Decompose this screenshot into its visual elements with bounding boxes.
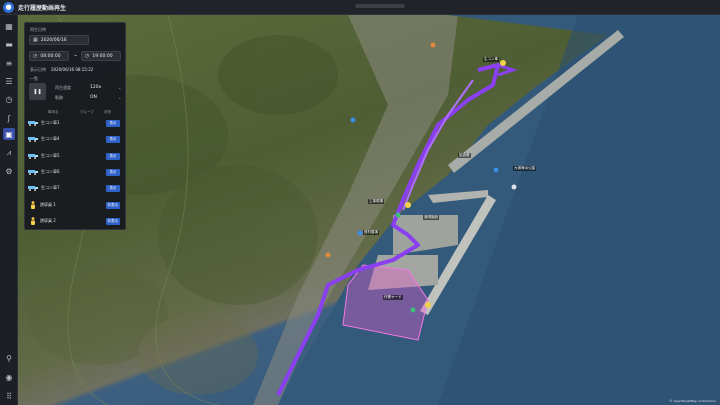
visibility-button[interactable]: 表示 (106, 168, 120, 176)
chart-icon[interactable]: ⩘ (3, 147, 15, 159)
guide-row[interactable]: 誘導員 1 非表示 (28, 200, 120, 210)
display-datetime-label: 表示日時 (30, 67, 46, 72)
date-value: 2020/06/16 (40, 37, 67, 43)
end-time-value: 19:00:00 (92, 53, 113, 59)
history-icon[interactable]: ◷ (3, 93, 15, 105)
mixer-truck-icon (28, 186, 38, 191)
guide-name: 誘導員 1 (40, 202, 56, 207)
vehicle-name: 生コン車7 (41, 185, 60, 190)
settings-icon[interactable]: ⚙ (3, 165, 15, 177)
map-credit: © OpenStreetMap contributors (669, 399, 716, 403)
truck-icon[interactable]: ▬ (3, 38, 15, 50)
range-separator: ~ (74, 53, 78, 58)
mixer-truck-icon (28, 137, 38, 142)
playback-icon[interactable]: ▣ (3, 128, 15, 140)
date-field[interactable]: ▦ 2020/06/16 (29, 35, 89, 45)
trail-label: 軌跡 (55, 95, 63, 100)
guide-person-icon (31, 217, 35, 225)
pause-button[interactable]: ❚❚ (29, 83, 46, 100)
map-label: 大浦海浜公園 (513, 166, 536, 171)
visibility-button[interactable]: 表示 (106, 135, 120, 143)
map-label: 資材置場 (363, 230, 379, 235)
map-label: 防波堤 (458, 153, 471, 158)
column-vehicle: 車両名 (48, 110, 59, 114)
vehicle-name: 生コン車1 (41, 120, 60, 125)
top-bar: ● 走行履歴動画再生 (0, 0, 720, 15)
vehicle-row[interactable]: 生コン車5 表示 (28, 151, 120, 161)
ranking-icon[interactable]: ≡ (3, 57, 15, 69)
location-pin-icon[interactable]: ⚲ (3, 352, 15, 364)
visibility-button[interactable]: 表示 (106, 152, 120, 160)
display-datetime-value: 2020/06/16 08:15:22 (51, 67, 94, 72)
visibility-button[interactable]: 表示 (106, 119, 120, 127)
visibility-button[interactable]: 非表示 (105, 217, 120, 225)
mixer-truck-icon (28, 170, 38, 175)
map-icon[interactable]: ▦ (3, 20, 15, 32)
map-label: 作業ヤード (383, 295, 403, 300)
globe-icon[interactable]: ◉ (3, 371, 15, 383)
route-icon[interactable]: ʃ (3, 112, 15, 124)
list-section-label: 一覧 (30, 76, 38, 81)
map-label: 工事現場 (368, 199, 384, 204)
end-time-field[interactable]: ◷ 19:00:00 (81, 51, 121, 61)
list-icon[interactable]: ☰ (3, 75, 15, 87)
mixer-truck-icon (28, 154, 38, 159)
pause-icon: ❚❚ (33, 88, 42, 95)
calendar-icon: ▦ (33, 37, 38, 43)
start-time-value: 08:00:00 (40, 53, 61, 59)
speed-select[interactable]: 120x (90, 85, 101, 90)
guide-row[interactable]: 誘導員 2 非表示 (28, 216, 120, 226)
vehicle-row[interactable]: 生コン車7 表示 (28, 183, 120, 193)
map-label: 港湾施設 (423, 215, 439, 220)
guide-name: 誘導員 2 (40, 218, 56, 223)
start-time-field[interactable]: ◷ 08:00:00 (29, 51, 69, 61)
vehicle-name: 生コン車6 (41, 169, 60, 174)
clock-icon: ◷ (33, 53, 38, 59)
date-section-label: 再生日時 (30, 27, 46, 32)
map-label: 生コン車 (483, 57, 499, 62)
vehicle-icon: ● (3, 1, 14, 13)
visibility-button[interactable]: 非表示 (105, 201, 120, 209)
chevron-down-icon[interactable]: ⌄ (118, 95, 121, 100)
column-group: グループ (80, 110, 94, 114)
top-handle[interactable] (355, 4, 405, 8)
speed-label: 再生速度 (55, 85, 71, 90)
guide-person-icon (31, 201, 35, 209)
vehicle-row[interactable]: 生コン車6 表示 (28, 167, 120, 177)
trail-select[interactable]: ON (90, 95, 97, 100)
vehicle-row[interactable]: 生コン車1 表示 (28, 118, 120, 128)
vehicle-name: 生コン車4 (41, 136, 60, 141)
grid-icon[interactable]: ⠿ (3, 390, 15, 402)
vehicle-name: 生コン車5 (41, 153, 60, 158)
chevron-down-icon[interactable]: ⌄ (118, 85, 121, 90)
mixer-truck-icon (28, 121, 38, 126)
app-title: 走行履歴動画再生 (18, 4, 67, 12)
clock-icon: ◷ (85, 53, 90, 59)
visibility-button[interactable]: 表示 (106, 184, 120, 192)
column-status: 状態 (104, 110, 111, 114)
left-nav-rail: ▦ ▬ ≡ ☰ ◷ ʃ ▣ ⩘ ⚙ ⚲ ◉ ⠿ (0, 15, 18, 405)
vehicle-row[interactable]: 生コン車4 表示 (28, 134, 120, 144)
